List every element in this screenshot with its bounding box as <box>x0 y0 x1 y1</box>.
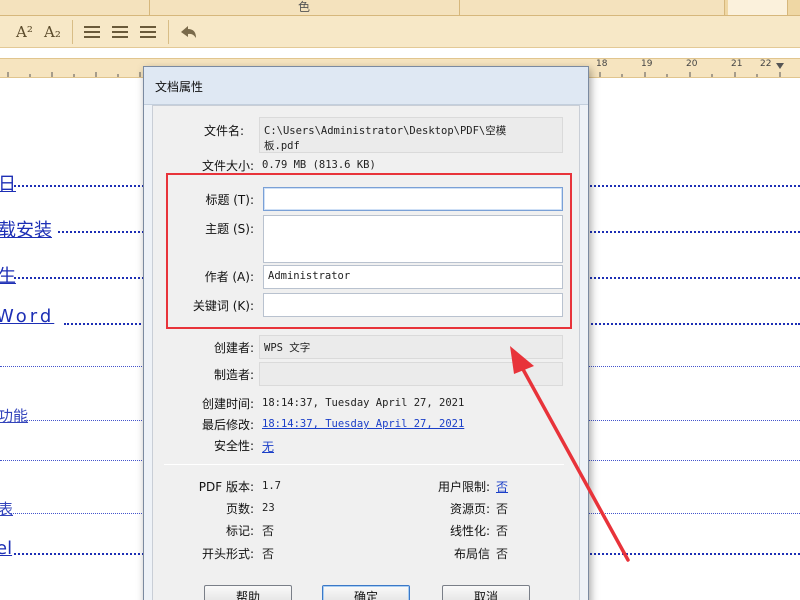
annotation-arrow-icon <box>510 346 630 562</box>
